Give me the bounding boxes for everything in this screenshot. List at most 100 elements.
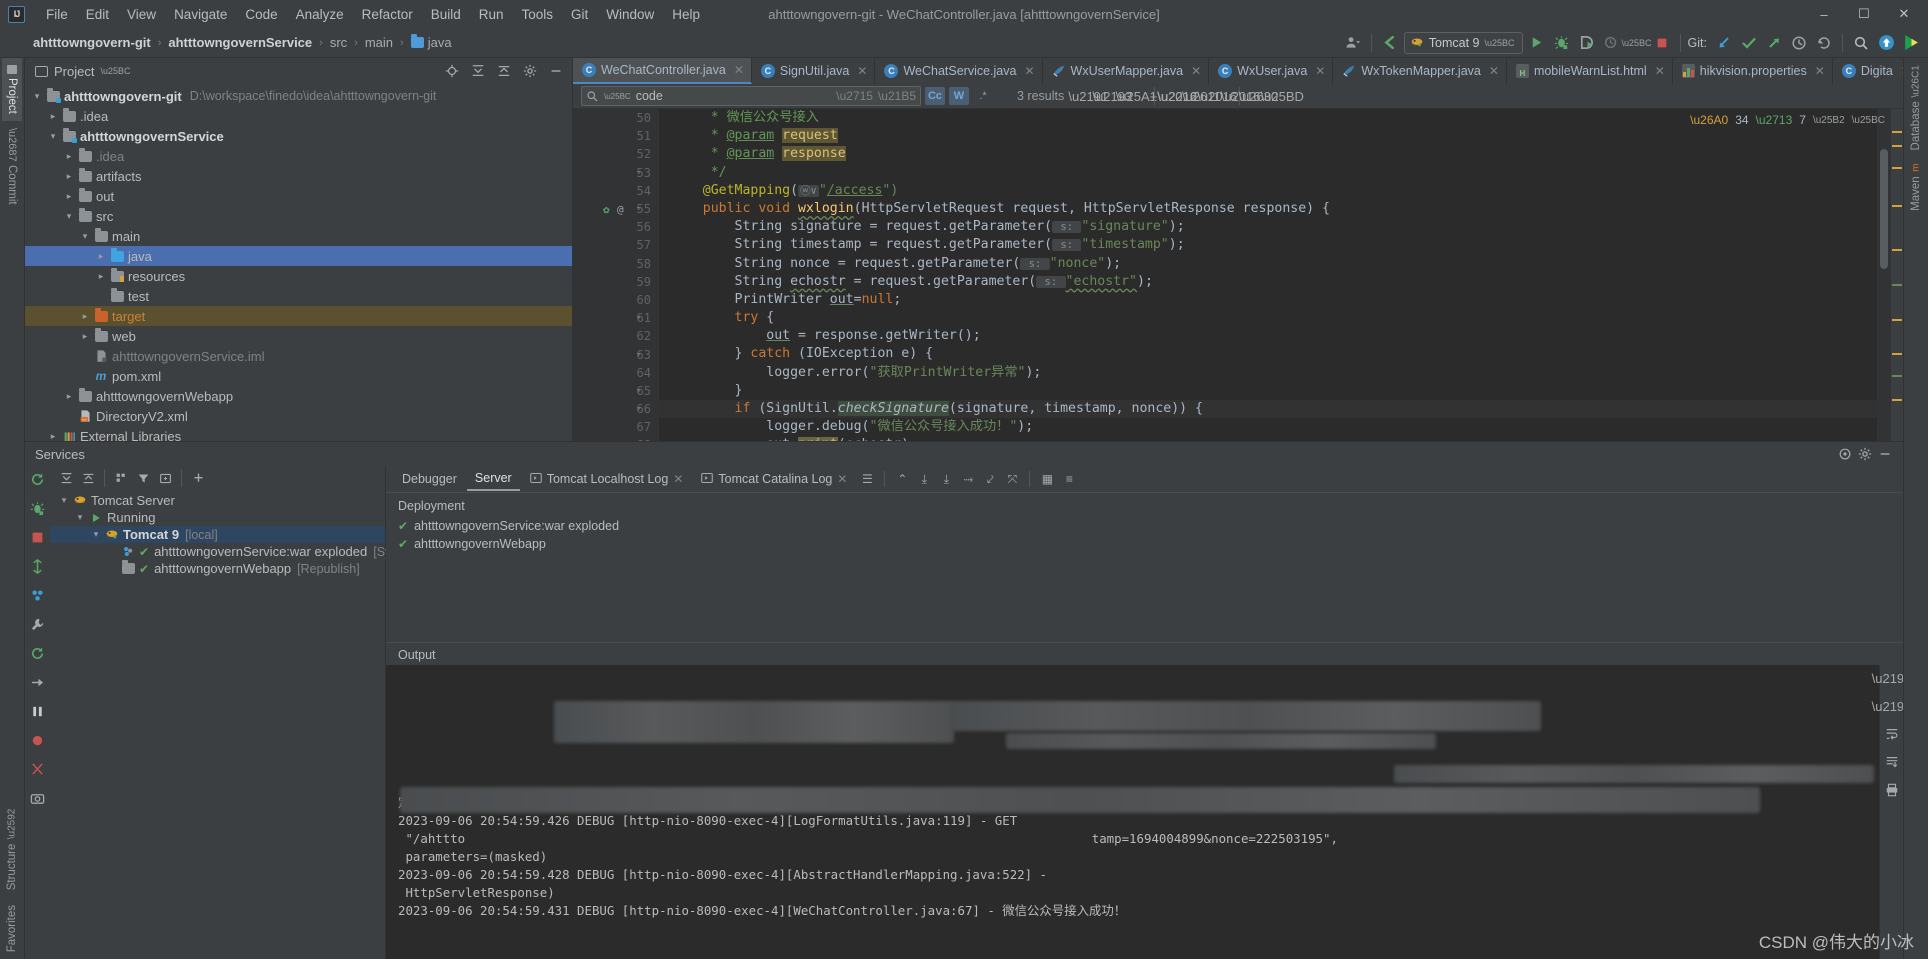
search-history-chevron-icon[interactable]: \u25BC: [604, 92, 631, 101]
gutter-line-61[interactable]: ▿ 61: [573, 309, 659, 327]
gutter-line-54[interactable]: 54: [573, 182, 659, 200]
rail-tab-favorites[interactable]: Favorites: [2, 898, 22, 959]
menu-refactor[interactable]: Refactor: [353, 4, 422, 25]
select-all-icon[interactable]: \u2611\u2016: [1182, 87, 1261, 105]
editor-tab-WxTokenMapper-java[interactable]: WxTokenMapper.java ✕: [1333, 58, 1507, 84]
code-line-55[interactable]: public void wxlogin(HttpServletRequest r…: [659, 200, 1877, 218]
rollback-icon[interactable]: [1813, 32, 1835, 54]
run-coverage-icon[interactable]: [1576, 32, 1598, 54]
stop-icon[interactable]: [1651, 32, 1673, 54]
chevron-right-icon[interactable]: ▸: [77, 331, 93, 342]
scroll-to-end-icon[interactable]: [1883, 753, 1901, 771]
rail-tab-database[interactable]: Database \u26C1: [1906, 58, 1926, 157]
gutter-line-52[interactable]: 52: [573, 145, 659, 163]
code-line-52[interactable]: * @param response: [659, 145, 1877, 163]
close-tab-icon[interactable]: ✕: [734, 63, 744, 77]
service-node-ahtttowngovernService-war-exploded[interactable]: ✔ahtttowngovernService:war exploded[Sync…: [50, 543, 430, 560]
chevron-down-icon[interactable]: ▾: [72, 512, 88, 523]
fold-marker-icon[interactable]: ▿: [636, 386, 641, 396]
cut-above-icon[interactable]: ⤦: [980, 469, 1000, 489]
rail-tab-project[interactable]: Project: [2, 58, 22, 121]
run-configuration-selector[interactable]: Tomcat 9 \u25BC: [1403, 31, 1523, 54]
gear-icon[interactable]: [1855, 444, 1875, 464]
pause-icon[interactable]: [29, 702, 47, 720]
layout-settings-icon[interactable]: [1835, 444, 1855, 464]
rail-tab-commit[interactable]: \u2687 Commit: [2, 121, 22, 212]
code-line-65[interactable]: }: [659, 382, 1877, 400]
chevron-right-icon[interactable]: ▸: [45, 431, 61, 442]
deployment-rows[interactable]: ✔ ahtttowngovernService:war exploded ✔ ahtt…: [386, 517, 1903, 553]
expand-all-icon[interactable]: [56, 468, 76, 488]
code-line-56[interactable]: String signature = request.getParameter(…: [659, 218, 1877, 236]
tree-node-External-Libraries[interactable]: ▸ External Libraries: [25, 426, 572, 442]
back-arrow-icon[interactable]: [1379, 32, 1401, 54]
services-tab-Tomcat-Localhost-Log[interactable]: Tomcat Localhost Log ✕: [522, 468, 692, 491]
editor-scrollbar[interactable]: [1877, 109, 1891, 441]
chevron-up-icon[interactable]: \u25B2: [1813, 115, 1845, 126]
chevron-right-icon[interactable]: ▸: [61, 191, 77, 202]
tree-node-test[interactable]: test: [25, 286, 572, 306]
soft-wrap-icon[interactable]: [1883, 725, 1901, 743]
code-content[interactable]: * 微信公众号接入 * @param request * @param resp…: [659, 109, 1877, 441]
table-icon[interactable]: ▦: [1037, 469, 1057, 489]
scrollbar-thumb[interactable]: [1880, 149, 1888, 269]
code-line-51[interactable]: * @param request: [659, 127, 1877, 145]
tree-node-.idea[interactable]: ▸ .idea: [25, 146, 572, 166]
inspection-widget[interactable]: \u26A0 34 \u2713 7 \u25B2 \u25BC: [1690, 113, 1885, 127]
gutter-line-60[interactable]: 60: [573, 291, 659, 309]
close-tab-icon[interactable]: ✕: [857, 64, 867, 78]
gutter-line-56[interactable]: 56: [573, 218, 659, 236]
gutter-line-51[interactable]: 51: [573, 127, 659, 145]
tree-node-target[interactable]: ▸ target: [25, 306, 572, 326]
project-tree[interactable]: ▾ ahtttowngovern-git D:\workspace\finedo\i…: [25, 84, 572, 441]
git-commit-icon[interactable]: [1738, 32, 1760, 54]
gutter-line-64[interactable]: 64: [573, 364, 659, 382]
rail-tab-structure[interactable]: Structure \u2592: [2, 802, 22, 897]
breadcrumb-main[interactable]: main: [362, 33, 396, 52]
tree-node-.idea[interactable]: ▸ .idea: [25, 106, 572, 126]
code-line-57[interactable]: String timestamp = request.getParameter(…: [659, 236, 1877, 254]
restart-icon[interactable]: [29, 644, 47, 662]
git-push-icon[interactable]: [1763, 32, 1785, 54]
code-line-54[interactable]: @GetMapping(ⓦ∨ "/access"): [659, 182, 1877, 200]
service-node-ahtttowngovernWebapp[interactable]: ✔ ahtttowngovernWebapp [Republish]: [50, 560, 385, 577]
gutter-line-66[interactable]: ▿ 66: [573, 400, 659, 418]
editor-tab-SignUtil-java[interactable]: C SignUtil.java ✕: [752, 58, 876, 84]
clear-find-icon[interactable]: \u2715: [836, 89, 873, 103]
profile-icon[interactable]: [1601, 32, 1623, 54]
tree-node-pom.xml[interactable]: m pom.xml: [25, 366, 572, 386]
close-tab-icon[interactable]: ✕: [1815, 64, 1825, 78]
soft-wrap-icon[interactable]: ☰: [857, 469, 877, 489]
menu-file[interactable]: File: [37, 4, 77, 25]
tree-node-ahtttowngovernService.iml[interactable]: ahtttowngovernService.iml: [25, 346, 572, 366]
code-line-58[interactable]: String nonce = request.getParameter( s: …: [659, 255, 1877, 273]
tree-node-ahtttowngovernWebapp[interactable]: ▸ ahtttowngovernWebapp: [25, 386, 572, 406]
chevron-down-icon[interactable]: ▾: [88, 529, 104, 540]
find-input[interactable]: [635, 89, 832, 103]
editor-tab-hikvision-properties[interactable]: hikvision.properties ✕: [1673, 58, 1833, 84]
gutter-line-55[interactable]: ✿ @ ▿ 55: [573, 200, 659, 218]
collapse-all-icon[interactable]: [494, 61, 514, 81]
chevron-down-icon[interactable]: ▾: [61, 211, 77, 222]
services-tree[interactable]: ▾ Tomcat Server ▾ Running ▾ Tomcat 9 [local] ✔ a…: [50, 490, 430, 959]
menu-code[interactable]: Code: [236, 4, 286, 25]
filter-icon[interactable]: \u25BD: [1261, 87, 1304, 105]
service-node-Tomcat-9[interactable]: ▾ Tomcat 9 [local]: [50, 526, 385, 543]
run-icon[interactable]: [1526, 32, 1548, 54]
close-tab-icon[interactable]: ✕: [837, 472, 847, 486]
bean-gutter-icon[interactable]: ✿: [603, 203, 610, 216]
tree-node-artifacts[interactable]: ▸ artifacts: [25, 166, 572, 186]
gutter-line-57[interactable]: 57: [573, 236, 659, 254]
chevron-down-icon[interactable]: ▾: [45, 131, 61, 142]
regex-toggle[interactable]: .*: [973, 87, 993, 105]
chevron-right-icon[interactable]: ▸: [61, 171, 77, 182]
rail-tab-maven[interactable]: Maven m: [1906, 157, 1926, 218]
tree-node-web[interactable]: ▸ web: [25, 326, 572, 346]
code-line-66[interactable]: if (SignUtil.checkSignature(signature, t…: [659, 400, 1877, 419]
ide-icon[interactable]: [1900, 32, 1922, 54]
breadcrumb-ahtttowngovernService[interactable]: ahtttowngovernService: [165, 33, 315, 52]
maximize-button[interactable]: ☐: [1844, 1, 1884, 27]
expand-all-icon[interactable]: [468, 61, 488, 81]
download-all-icon[interactable]: ⤓: [936, 469, 956, 489]
chevron-right-icon[interactable]: ▸: [45, 111, 61, 122]
